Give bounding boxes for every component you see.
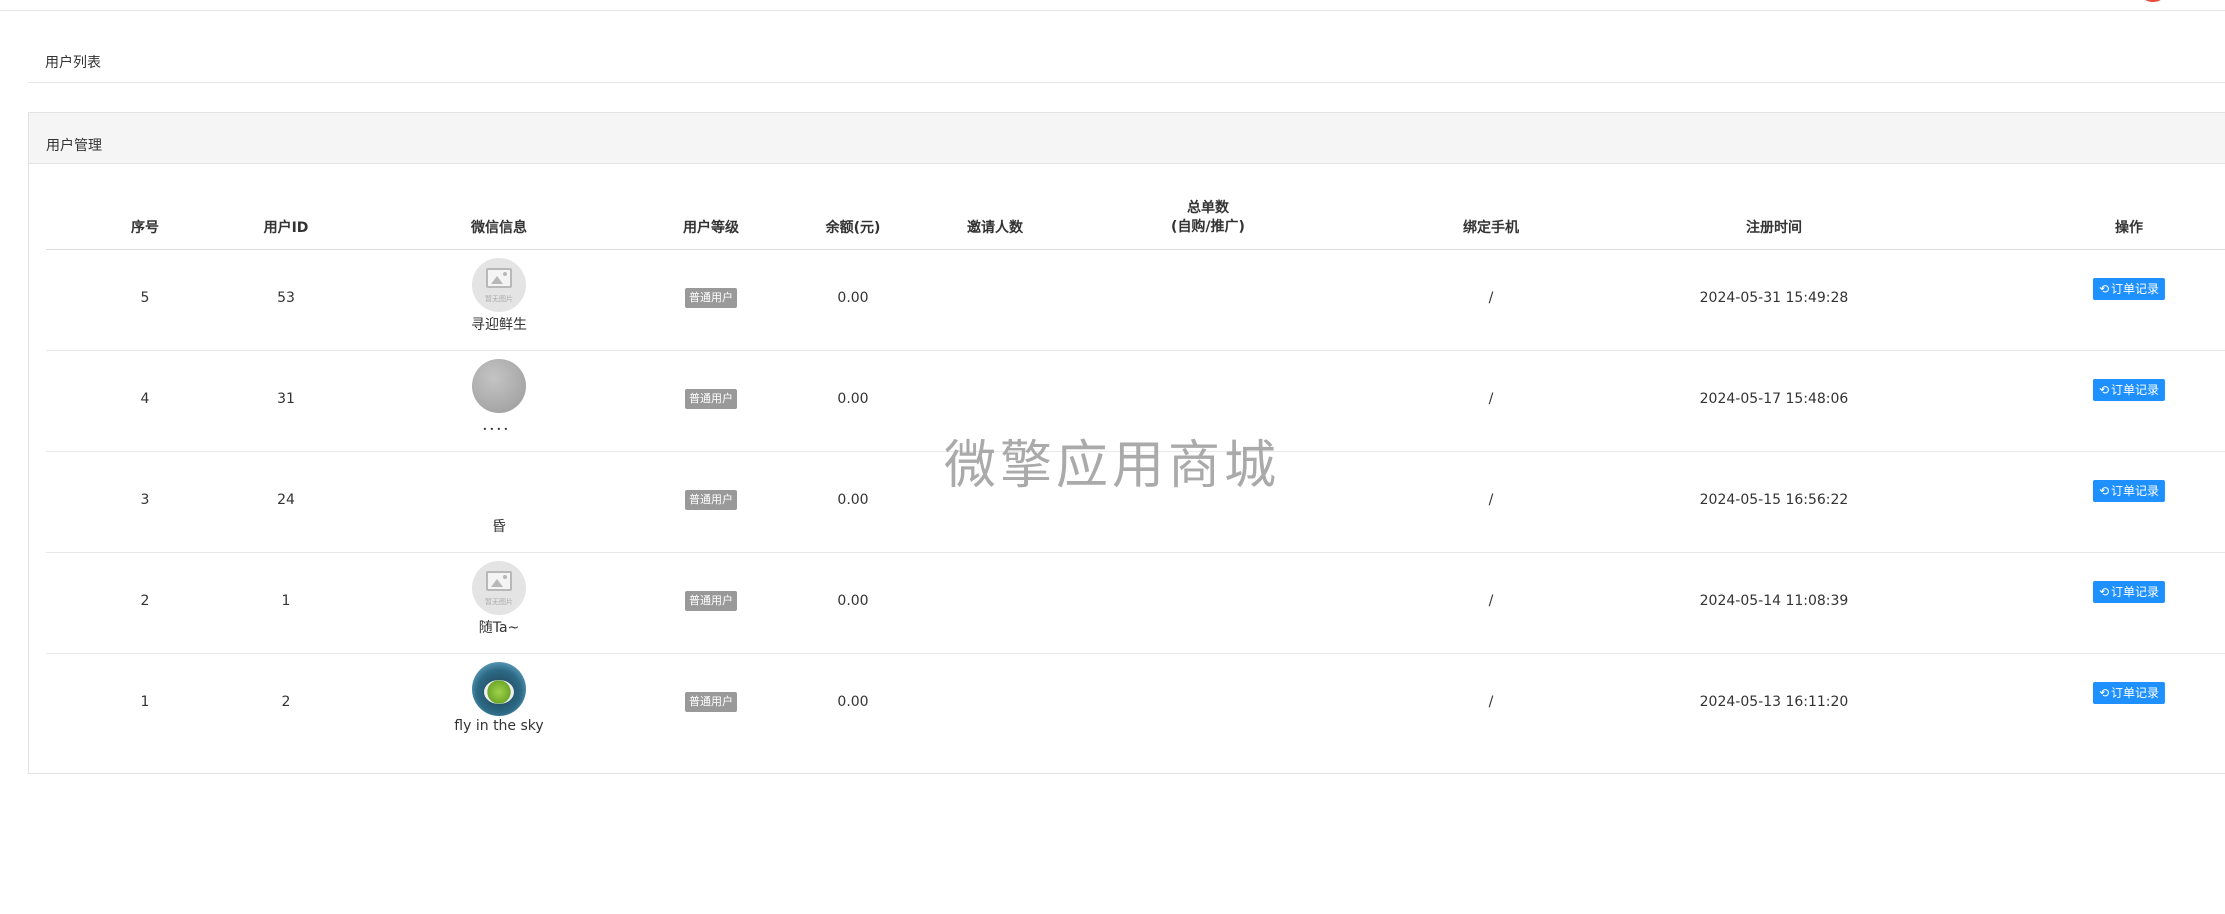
cell-index: 3 bbox=[140, 492, 150, 508]
image-placeholder-icon bbox=[486, 268, 512, 288]
top-bar bbox=[0, 0, 2225, 11]
cell-user-id: 2 bbox=[281, 694, 291, 710]
cell-user-id: 1 bbox=[281, 593, 291, 609]
cell-wechat: 暂无图片 寻迎鲜生 bbox=[439, 258, 559, 334]
table-row: 5 53 暂无图片 寻迎鲜生 普通用户 0.00 / 2024-05-31 15… bbox=[46, 250, 2225, 351]
col-invites: 邀请人数 bbox=[967, 220, 1023, 236]
cell-reg-time: 2024-05-14 11:08:39 bbox=[1699, 593, 1849, 609]
cell-user-id: 53 bbox=[277, 290, 295, 306]
avatar-caption: 暂无图片 bbox=[485, 295, 513, 303]
cell-phone: / bbox=[1488, 694, 1494, 710]
col-balance: 余额(元) bbox=[825, 220, 881, 236]
cell-level: 普通用户 bbox=[685, 288, 737, 308]
cell-balance: 0.00 bbox=[837, 694, 869, 710]
col-orders-line2: (自购/推广) bbox=[1171, 219, 1245, 235]
history-icon: ⟲ bbox=[2098, 585, 2110, 599]
history-icon: ⟲ bbox=[2098, 383, 2110, 397]
order-record-button[interactable]: ⟲ 订单记录 bbox=[2092, 581, 2166, 603]
order-record-label: 订单记录 bbox=[2111, 383, 2160, 397]
col-wechat: 微信信息 bbox=[471, 220, 527, 236]
cell-index: 1 bbox=[140, 694, 150, 710]
cell-level: 普通用户 bbox=[685, 692, 737, 712]
cell-wechat: fly in the sky bbox=[439, 662, 559, 734]
avatar bbox=[472, 359, 526, 413]
col-user-id: 用户ID bbox=[263, 220, 309, 236]
cell-wechat: 暂无图片 随Ta~ bbox=[439, 561, 559, 637]
nickname: 寻迎鲜生 bbox=[471, 317, 527, 333]
cell-wechat: ．．．． bbox=[439, 359, 559, 435]
cell-level: 普通用户 bbox=[685, 591, 737, 611]
order-record-label: 订单记录 bbox=[2111, 484, 2160, 498]
level-badge: 普通用户 bbox=[685, 288, 737, 308]
level-badge: 普通用户 bbox=[685, 389, 737, 409]
panel-title: 用户管理 bbox=[46, 138, 102, 154]
nickname: 随Ta~ bbox=[478, 620, 520, 636]
cell-phone: / bbox=[1488, 593, 1494, 609]
cell-balance: 0.00 bbox=[837, 492, 869, 508]
cell-wechat: 昏 bbox=[439, 460, 559, 536]
order-record-button[interactable]: ⟲ 订单记录 bbox=[2092, 682, 2166, 704]
breadcrumb-label[interactable]: 用户列表 bbox=[45, 52, 101, 72]
nickname: ．．．． bbox=[481, 418, 517, 434]
col-orders: 总单数 (自购/推广) bbox=[1171, 199, 1245, 237]
cell-reg-time: 2024-05-13 16:11:20 bbox=[1699, 694, 1849, 710]
order-record-label: 订单记录 bbox=[2111, 686, 2160, 700]
cell-user-id: 24 bbox=[277, 492, 295, 508]
nickname: 昏 bbox=[492, 519, 506, 535]
nickname: fly in the sky bbox=[454, 718, 544, 734]
history-icon: ⟲ bbox=[2098, 282, 2110, 296]
cell-phone: / bbox=[1488, 492, 1494, 508]
order-record-label: 订单记录 bbox=[2111, 282, 2160, 296]
avatar-caption: 暂无图片 bbox=[485, 598, 513, 606]
order-record-button[interactable]: ⟲ 订单记录 bbox=[2092, 379, 2166, 401]
avatar bbox=[472, 662, 526, 716]
level-badge: 普通用户 bbox=[685, 692, 737, 712]
history-icon: ⟲ bbox=[2098, 484, 2110, 498]
cell-reg-time: 2024-05-15 16:56:22 bbox=[1699, 492, 1849, 508]
table-header: 序号 用户ID 微信信息 用户等级 余额(元) 邀请人数 总单数 (自购/推广)… bbox=[46, 185, 2225, 250]
notification-badge[interactable] bbox=[2142, 0, 2164, 2]
cell-index: 2 bbox=[140, 593, 150, 609]
cell-balance: 0.00 bbox=[837, 290, 869, 306]
level-badge: 普通用户 bbox=[685, 591, 737, 611]
cell-balance: 0.00 bbox=[837, 391, 869, 407]
tea-cup-icon bbox=[484, 680, 514, 704]
cell-reg-time: 2024-05-31 15:49:28 bbox=[1699, 290, 1849, 306]
col-action: 操作 bbox=[2115, 220, 2143, 236]
breadcrumb: 用户列表 bbox=[28, 44, 2225, 83]
avatar bbox=[472, 460, 526, 514]
col-phone: 绑定手机 bbox=[1463, 220, 1519, 236]
cell-balance: 0.00 bbox=[837, 593, 869, 609]
watermark: 微擎应用商城 bbox=[944, 436, 1281, 496]
table-row: 1 2 fly in the sky 普通用户 0.00 / 2024-05-1… bbox=[46, 654, 2225, 754]
col-index: 序号 bbox=[131, 220, 159, 236]
avatar: 暂无图片 bbox=[472, 258, 526, 312]
cell-level: 普通用户 bbox=[685, 490, 737, 510]
image-placeholder-icon bbox=[486, 571, 512, 591]
avatar: 暂无图片 bbox=[472, 561, 526, 615]
order-record-button[interactable]: ⟲ 订单记录 bbox=[2092, 278, 2166, 300]
cell-level: 普通用户 bbox=[685, 389, 737, 409]
order-record-label: 订单记录 bbox=[2111, 585, 2160, 599]
cell-index: 5 bbox=[140, 290, 150, 306]
table-row: 2 1 暂无图片 随Ta~ 普通用户 0.00 / 2024-05-14 11:… bbox=[46, 553, 2225, 654]
history-icon: ⟲ bbox=[2098, 686, 2110, 700]
cell-index: 4 bbox=[140, 391, 150, 407]
cell-phone: / bbox=[1488, 290, 1494, 306]
panel-header: 用户管理 bbox=[29, 113, 2225, 164]
order-record-button[interactable]: ⟲ 订单记录 bbox=[2092, 480, 2166, 502]
col-reg-time: 注册时间 bbox=[1746, 220, 1802, 236]
cell-user-id: 31 bbox=[277, 391, 295, 407]
col-orders-line1: 总单数 bbox=[1186, 200, 1229, 216]
col-level: 用户等级 bbox=[683, 220, 739, 236]
level-badge: 普通用户 bbox=[685, 490, 737, 510]
cell-reg-time: 2024-05-17 15:48:06 bbox=[1699, 391, 1849, 407]
cell-phone: / bbox=[1488, 391, 1494, 407]
